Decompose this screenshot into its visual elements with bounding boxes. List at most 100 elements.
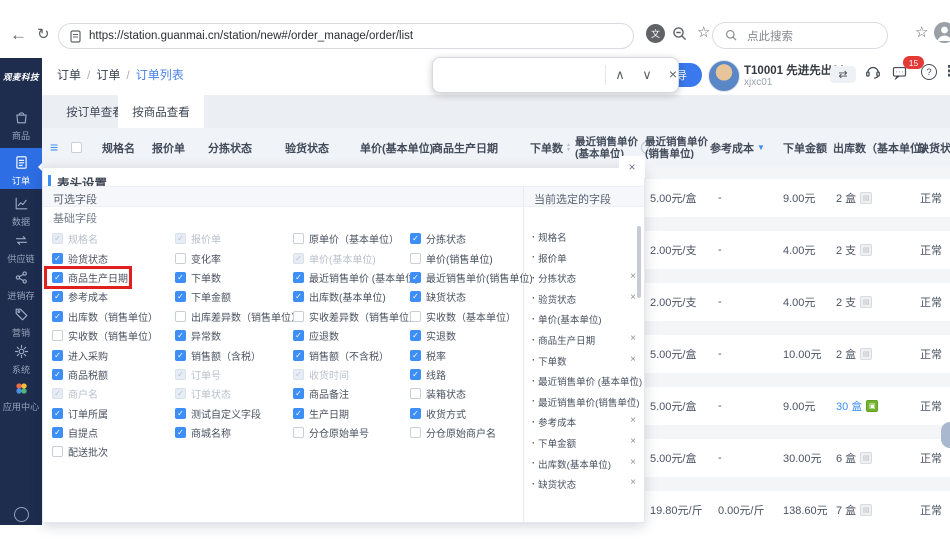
field-option-42[interactable]: 分仓原始单号 [289,425,369,440]
field-option-44[interactable]: 配送批次 [48,444,108,459]
side-panel-handle[interactable] [941,422,950,448]
checkbox[interactable] [175,407,186,419]
breadcrumb-order[interactable]: 订单 [96,66,120,83]
customer-service-icon[interactable] [864,63,882,81]
outbound-note-icon[interactable] [860,244,873,256]
field-option-34[interactable]: 商品备注 [289,386,349,401]
field-option-36[interactable]: 订单所属 [48,406,108,421]
checkbox[interactable] [410,427,421,439]
field-option-27[interactable]: 税率 [406,348,446,363]
field-option-9[interactable]: 下单数 [171,270,221,285]
field-option-14[interactable]: 出库数(基本单位) [289,289,386,304]
field-option-43[interactable]: 分仓原始商户名 [406,425,496,440]
field-option-7[interactable]: 单价(销售单位) [406,251,493,266]
remove-field-icon[interactable]: × [627,415,639,426]
field-option-10[interactable]: 最近销售单价 (基本单位) [289,270,418,285]
select-all-checkbox[interactable] [71,142,82,153]
field-option-4[interactable]: 验货状态 [48,251,108,266]
field-option-5[interactable]: 变化率 [171,251,221,266]
checkbox[interactable] [293,388,304,400]
translate-icon[interactable]: 文 [646,24,665,43]
field-option-3[interactable]: 分拣状态 [406,231,466,246]
sidebar-item-3[interactable]: 供应链 [0,231,42,265]
field-option-2[interactable]: 原单价（基本单位） [289,231,399,246]
site-info-icon[interactable] [70,29,81,43]
sidebar-bottom-icon[interactable] [14,507,29,522]
remove-field-icon[interactable]: × [627,292,639,303]
tab-view-by-product[interactable]: 按商品查看 [118,95,204,128]
checkbox[interactable] [293,291,304,303]
checkbox[interactable] [52,446,63,458]
outbound-qty-text[interactable]: 30 盒 [836,398,862,414]
more-menu-icon[interactable]: ⋮ [942,62,950,80]
sidebar-item-0[interactable]: 商品 [0,108,42,142]
field-option-11[interactable]: 最近销售单价(销售单位) [406,270,533,285]
field-option-16[interactable]: 出库数（销售单位） [48,309,158,324]
column-header-4[interactable]: 单价(基本单位) ▲ ▼ [360,128,441,167]
browser-back-icon[interactable]: ← [10,26,27,43]
help-icon[interactable]: ? [921,64,937,80]
checkbox[interactable] [410,291,421,303]
outbound-note-icon[interactable] [860,504,873,516]
field-option-22[interactable]: 应退数 [289,328,339,343]
checkbox[interactable] [52,368,63,380]
zoom-out-icon[interactable] [672,26,688,42]
checkbox[interactable] [175,252,186,264]
field-option-23[interactable]: 实退数 [406,328,456,343]
remove-field-icon[interactable]: × [627,457,639,468]
checkbox[interactable] [175,349,186,361]
sidebar-item-7[interactable]: 应用中心 [0,379,42,413]
breadcrumb-orders[interactable]: 订单 [57,66,81,83]
checkbox[interactable] [52,427,63,439]
checkbox[interactable] [410,407,421,419]
sorted-desc-icon[interactable]: ▼ [757,143,765,152]
sort-icon[interactable]: ▲ ▼ [566,142,571,153]
remove-field-icon[interactable]: × [627,354,639,365]
checkbox[interactable] [410,233,421,245]
column-header-6[interactable]: 下单数 ▲ ▼ [530,128,571,167]
checkbox[interactable] [175,291,186,303]
checkbox[interactable] [175,271,186,283]
outbound-note-icon[interactable] [860,348,873,360]
checkbox[interactable] [52,252,63,264]
checkbox[interactable] [52,271,63,283]
switch-account-icon[interactable]: ⇄ [830,66,856,83]
field-option-39[interactable]: 收货方式 [406,406,466,421]
field-option-18[interactable]: 实收差异数（销售单位） [289,309,419,324]
field-option-13[interactable]: 下单金额 [171,289,231,304]
remove-field-icon[interactable]: × [627,395,639,406]
browser-profile-icon[interactable] [934,22,950,43]
field-option-41[interactable]: 商城名称 [171,425,231,440]
checkbox[interactable] [410,310,421,322]
field-option-26[interactable]: 销售额（不含税） [289,348,389,363]
checkbox[interactable] [175,427,186,439]
checkbox[interactable] [410,368,421,380]
field-option-8[interactable]: 商品生产日期 [44,265,132,289]
sidebar-item-2[interactable]: 数据 [0,194,42,228]
remove-field-icon[interactable]: × [627,477,639,488]
find-in-page-bar[interactable]: ∧ ∨ × [432,57,679,93]
browser-search-box[interactable]: 点此搜索 [712,22,888,49]
field-option-21[interactable]: 异常数 [171,328,221,343]
field-option-40[interactable]: 自提点 [48,425,98,440]
column-header-12[interactable]: 缺货状态▲▼ [918,128,950,167]
checkbox[interactable] [293,407,304,419]
checkbox[interactable] [52,291,63,303]
checkbox[interactable] [293,310,304,322]
column-header-9[interactable]: 参考成本 ▼ [710,128,765,167]
outbound-note-icon[interactable] [860,452,873,464]
outbound-note-icon-active[interactable] [866,400,879,412]
field-option-19[interactable]: 实收数（基本单位） [406,309,516,324]
breadcrumb-order-list[interactable]: 订单列表 [136,66,184,83]
find-next-icon[interactable]: ∨ [638,67,656,83]
checkbox[interactable] [410,271,421,283]
outbound-note-icon[interactable] [860,296,873,308]
field-option-28[interactable]: 商品税额 [48,367,108,382]
modal-close-icon[interactable]: × [619,156,645,178]
checkbox[interactable] [52,310,63,322]
field-option-15[interactable]: 缺货状态 [406,289,466,304]
field-option-25[interactable]: 销售额（含税） [171,348,261,363]
checkbox[interactable] [293,349,304,361]
sidebar-item-5[interactable]: 营销 [0,305,42,339]
bookmark-star-icon[interactable]: ☆ [697,25,710,40]
